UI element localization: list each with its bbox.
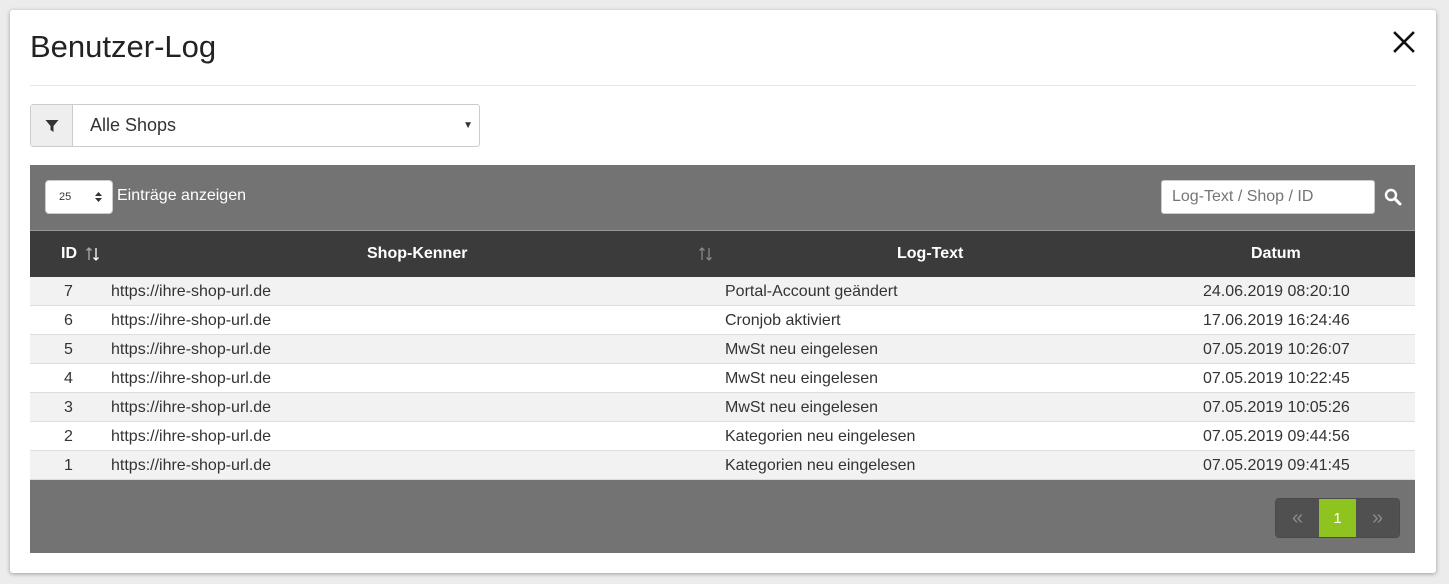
sort-icon[interactable] [85,246,101,262]
cell-logtext: Portal-Account geändert [725,283,898,300]
shop-filter: Alle Shops ▼ [30,104,480,147]
log-table-panel: 25 Einträge anzeigen ID Shop-Kenner Log-… [30,165,1415,553]
table-row[interactable]: 5 https://ihre-shop-url.de MwSt neu eingel… [30,335,1415,364]
page-1-button[interactable]: 1 [1319,499,1356,537]
column-header-shop[interactable]: Shop-Kenner [367,245,467,263]
cell-shop: https://ihre-shop-url.de [111,370,272,387]
cell-id: 3 [64,399,73,416]
cell-date: 24.06.2019 08:20:10 [1203,283,1350,300]
cell-date: 07.05.2019 10:05:26 [1203,399,1350,416]
filter-icon [31,105,73,146]
search-input[interactable] [1161,180,1375,214]
cell-shop: https://ihre-shop-url.de [111,341,272,358]
shop-select[interactable]: Alle Shops ▼ [73,105,479,146]
page-length-select[interactable]: 25 [45,180,113,214]
table-row[interactable]: 7 https://ihre-shop-url.de Portal-Account … [30,277,1415,306]
cell-id: 2 [64,428,73,445]
pagination: « 1 » [1275,498,1400,538]
cell-shop: https://ihre-shop-url.de [111,312,272,329]
search-icon[interactable] [1384,188,1402,206]
modal-header: Benutzer-Log [30,10,1416,86]
modal-title: Benutzer-Log [30,29,217,64]
caret-down-icon: ▼ [463,120,473,131]
cell-id: 4 [64,370,73,387]
cell-shop: https://ihre-shop-url.de [111,283,272,300]
cell-logtext: MwSt neu eingelesen [725,370,878,387]
cell-logtext: MwSt neu eingelesen [725,341,878,358]
sort-icon[interactable] [698,246,714,262]
cell-logtext: Cronjob aktiviert [725,312,841,329]
cell-logtext: MwSt neu eingelesen [725,399,878,416]
cell-date: 07.05.2019 09:41:45 [1203,457,1350,474]
cell-shop: https://ihre-shop-url.de [111,399,272,416]
cell-date: 07.05.2019 10:22:45 [1203,370,1350,387]
table-row[interactable]: 2 https://ihre-shop-url.de Kategorien neu … [30,422,1415,451]
table-row[interactable]: 1 https://ihre-shop-url.de Kategorien neu … [30,451,1415,480]
column-header-logtext[interactable]: Log-Text [897,245,963,263]
user-log-modal: Benutzer-Log Alle Shops ▼ 25 Einträge an… [10,10,1436,573]
cell-id: 7 [64,283,73,300]
column-header-id[interactable]: ID [61,245,77,263]
cell-id: 1 [64,457,73,474]
table-header: ID Shop-Kenner Log-Text Datum [30,230,1415,277]
sort-arrows-icon [95,192,102,202]
cell-shop: https://ihre-shop-url.de [111,428,272,445]
cell-logtext: Kategorien neu eingelesen [725,428,916,445]
table-body: 7 https://ihre-shop-url.de Portal-Account … [30,277,1415,480]
table-row[interactable]: 6 https://ihre-shop-url.de Cronjob aktivie… [30,306,1415,335]
cell-date: 07.05.2019 09:44:56 [1203,428,1350,445]
cell-date: 17.06.2019 16:24:46 [1203,312,1350,329]
cell-logtext: Kategorien neu eingelesen [725,457,916,474]
cell-id: 5 [64,341,73,358]
page-length-label: Einträge anzeigen [117,187,246,204]
column-header-date[interactable]: Datum [1251,245,1301,263]
cell-date: 07.05.2019 10:26:07 [1203,341,1350,358]
cell-id: 6 [64,312,73,329]
next-page-button[interactable]: » [1356,499,1399,537]
previous-page-button[interactable]: « [1276,499,1319,537]
cell-shop: https://ihre-shop-url.de [111,457,272,474]
table-row[interactable]: 4 https://ihre-shop-url.de MwSt neu eingel… [30,364,1415,393]
page-length-value: 25 [59,191,72,203]
shop-select-value: Alle Shops [90,115,177,135]
table-row[interactable]: 3 https://ihre-shop-url.de MwSt neu eingel… [30,393,1415,422]
close-icon[interactable] [1392,30,1416,54]
